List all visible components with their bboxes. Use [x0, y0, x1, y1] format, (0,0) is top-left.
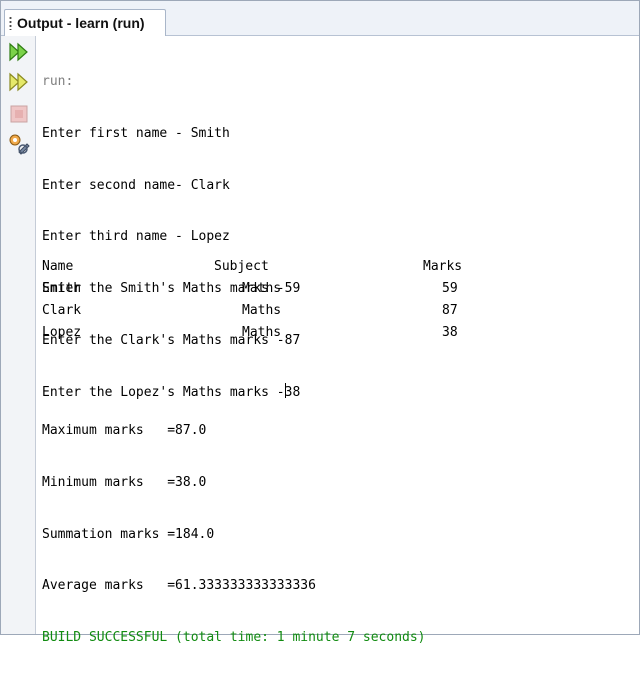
window-title: Output - learn (run) [17, 15, 145, 31]
stat-minimum: Minimum marks =38.0 [42, 474, 207, 490]
double-play-icon [9, 42, 28, 62]
console-line: Enter first name - Smith [42, 125, 230, 141]
double-play-outline-icon [9, 72, 28, 92]
stat-maximum: Maximum marks =87.0 [42, 423, 207, 438]
table-cell-marks: 87 [442, 303, 458, 318]
console-line: Enter third name - Lopez [42, 229, 230, 245]
table-header-subject: Subject [214, 259, 269, 274]
table-cell-marks: 59 [442, 281, 458, 296]
stop-icon [10, 105, 28, 123]
console-output[interactable]: run: Enter first name - Smith Enter seco… [42, 41, 639, 645]
table-cell-name: Clark [42, 303, 82, 318]
table-cell-marks: 38 [442, 325, 458, 340]
run-label: run: [42, 74, 74, 89]
table-cell-subject: Maths [242, 281, 282, 296]
drag-grip-icon[interactable] [9, 16, 12, 30]
statistics-block: Maximum marks =87.0 Minimum marks =38.0 … [42, 390, 602, 645]
stop-button[interactable] [7, 102, 31, 126]
table-header-name: Name [42, 259, 74, 274]
output-window: Output - learn (run) run: Enter first na… [0, 0, 640, 645]
wrench-gear-icon [9, 134, 30, 155]
stat-summation: Summation marks =184.0 [42, 526, 215, 542]
table-header-marks: Marks [423, 259, 463, 274]
tab-output[interactable]: Output - learn (run) [4, 9, 166, 36]
table-cell-subject: Maths [242, 303, 282, 318]
table-cell-subject: Maths [242, 325, 282, 340]
table-cell-name: Smith [42, 281, 82, 296]
output-titlebar: Output - learn (run) [1, 1, 639, 36]
stat-average: Average marks =61.333333333333336 [42, 578, 316, 594]
table-cell-name: Lopez [42, 325, 82, 340]
settings-button[interactable] [7, 132, 31, 156]
rerun-button[interactable] [7, 40, 31, 64]
output-toolbar [1, 36, 36, 634]
results-table: Name Subject Marks Smith Maths 59 Clark … [42, 259, 502, 349]
rerun-with-params-button[interactable] [7, 70, 31, 94]
build-status: BUILD SUCCESSFUL (total time: 1 minute 7… [42, 630, 426, 646]
console-line: Enter second name- Clark [42, 177, 230, 193]
